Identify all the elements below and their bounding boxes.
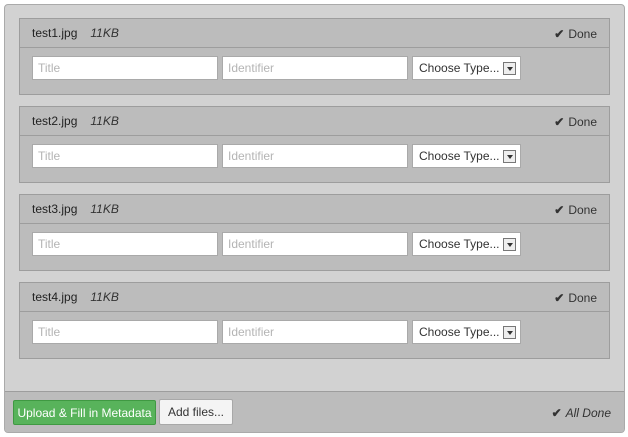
file-status: ✔ Done — [554, 195, 597, 224]
file-size: 11KB — [90, 114, 119, 128]
add-files-button[interactable]: Add files... — [159, 399, 233, 425]
file-header: test3.jpg 11KB ✔ Done — [20, 195, 609, 224]
chevron-down-icon[interactable] — [503, 238, 516, 251]
file-name: test2.jpg — [32, 114, 78, 128]
file-header: test4.jpg 11KB ✔ Done — [20, 283, 609, 312]
check-icon: ✔ — [554, 26, 565, 41]
chevron-down-icon[interactable] — [503, 62, 516, 75]
type-select[interactable]: Choose Type... — [412, 144, 521, 168]
check-icon: ✔ — [551, 405, 562, 420]
metadata-row: Choose Type... — [20, 312, 609, 358]
file-item: test2.jpg 11KB ✔ Done Choose Type... — [19, 106, 610, 183]
identifier-input[interactable] — [222, 56, 408, 80]
chevron-down-icon[interactable] — [503, 150, 516, 163]
identifier-input[interactable] — [222, 232, 408, 256]
metadata-row: Choose Type... — [20, 48, 609, 94]
metadata-row: Choose Type... — [20, 136, 609, 182]
type-select-value: Choose Type... — [419, 61, 500, 75]
status-text: Done — [568, 26, 597, 41]
file-item: test4.jpg 11KB ✔ Done Choose Type... — [19, 282, 610, 359]
file-size: 11KB — [90, 202, 119, 216]
file-status: ✔ Done — [554, 19, 597, 48]
uploader-footer: Upload & Fill in Metadata Add files... ✔… — [5, 391, 624, 432]
type-select[interactable]: Choose Type... — [412, 232, 521, 256]
status-text: Done — [568, 114, 597, 129]
title-input[interactable] — [32, 232, 218, 256]
type-select-value: Choose Type... — [419, 149, 500, 163]
file-status: ✔ Done — [554, 107, 597, 136]
check-icon: ✔ — [554, 202, 565, 217]
identifier-input[interactable] — [222, 320, 408, 344]
file-header: test1.jpg 11KB ✔ Done — [20, 19, 609, 48]
check-icon: ✔ — [554, 290, 565, 305]
file-item: test3.jpg 11KB ✔ Done Choose Type... — [19, 194, 610, 271]
file-name: test4.jpg — [32, 290, 78, 304]
type-select-value: Choose Type... — [419, 325, 500, 339]
file-name: test3.jpg — [32, 202, 78, 216]
all-done-text: All Done — [565, 405, 611, 420]
file-uploader: test1.jpg 11KB ✔ Done Choose Type... tes… — [4, 4, 625, 433]
identifier-input[interactable] — [222, 144, 408, 168]
all-done-status: ✔ All Done — [552, 392, 611, 433]
metadata-row: Choose Type... — [20, 224, 609, 270]
chevron-down-icon[interactable] — [503, 326, 516, 339]
file-header: test2.jpg 11KB ✔ Done — [20, 107, 609, 136]
title-input[interactable] — [32, 56, 218, 80]
file-status: ✔ Done — [554, 283, 597, 312]
status-text: Done — [568, 202, 597, 217]
file-size: 11KB — [90, 26, 119, 40]
upload-button[interactable]: Upload & Fill in Metadata — [13, 400, 156, 425]
type-select-value: Choose Type... — [419, 237, 500, 251]
file-name: test1.jpg — [32, 26, 78, 40]
title-input[interactable] — [32, 320, 218, 344]
title-input[interactable] — [32, 144, 218, 168]
type-select[interactable]: Choose Type... — [412, 56, 521, 80]
status-text: Done — [568, 290, 597, 305]
type-select[interactable]: Choose Type... — [412, 320, 521, 344]
check-icon: ✔ — [554, 114, 565, 129]
file-size: 11KB — [90, 290, 119, 304]
file-item: test1.jpg 11KB ✔ Done Choose Type... — [19, 18, 610, 95]
